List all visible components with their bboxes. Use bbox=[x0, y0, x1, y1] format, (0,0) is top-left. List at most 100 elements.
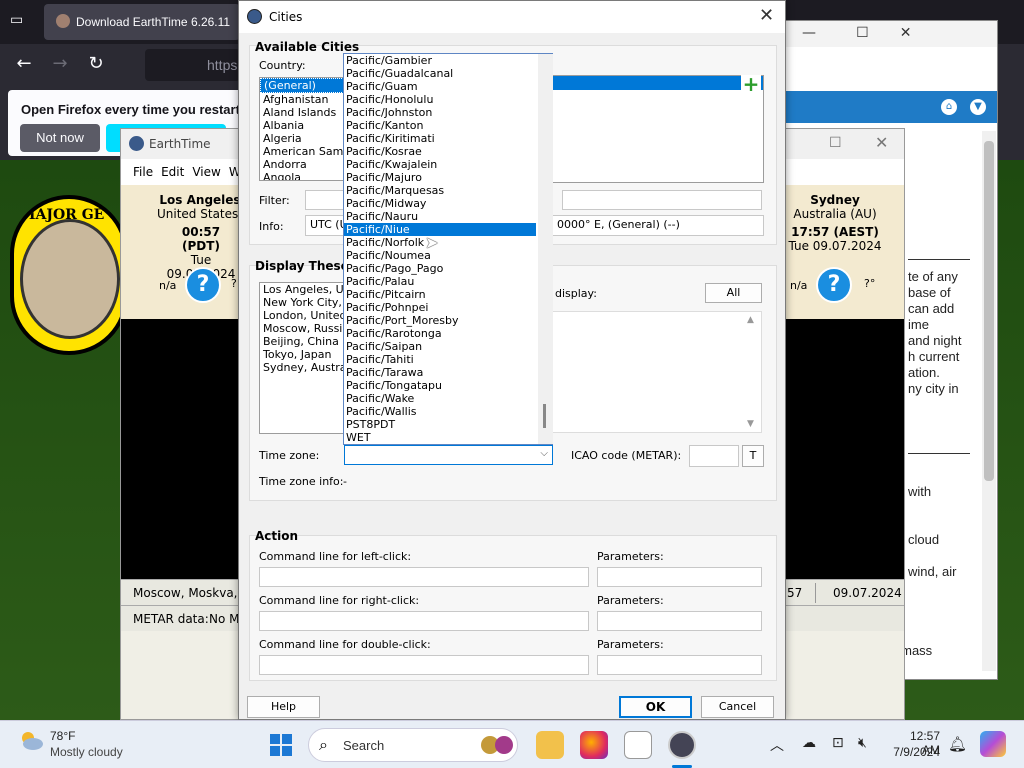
list-item[interactable]: (General) bbox=[260, 78, 344, 93]
cmd-left-input[interactable] bbox=[259, 567, 589, 587]
timezone-option[interactable]: Pacific/Johnston bbox=[344, 106, 536, 119]
windows-start-icon[interactable] bbox=[270, 734, 292, 756]
display-cities-list[interactable]: Los Angeles, Uni New York City, U London… bbox=[259, 282, 345, 434]
list-item[interactable]: Tokyo, Japan bbox=[260, 348, 344, 361]
window-controls[interactable]: — ☐ ✕ bbox=[802, 25, 912, 41]
timezone-option[interactable]: Pacific/Rarotonga bbox=[344, 327, 536, 340]
cancel-button[interactable]: Cancel bbox=[701, 696, 774, 718]
timezone-option[interactable]: Pacific/Gambier bbox=[344, 54, 536, 67]
timezone-option[interactable]: Pacific/Kiritimati bbox=[344, 132, 536, 145]
earthtime-taskbar-icon[interactable] bbox=[668, 731, 696, 759]
city-panel-los-angeles[interactable]: Los Angeles United States (U 00:57 (PDT)… bbox=[121, 185, 256, 319]
ok-button[interactable]: OK bbox=[619, 696, 692, 718]
timezone-option[interactable]: Pacific/Tarawa bbox=[344, 366, 536, 379]
menu-edit[interactable]: Edit bbox=[161, 165, 184, 179]
list-item[interactable]: Moscow, Russia bbox=[260, 322, 344, 335]
icao-input[interactable] bbox=[689, 445, 739, 467]
timezone-dropdown-list[interactable]: Pacific/Gambier Pacific/Guadalcanal Pacifi… bbox=[343, 53, 553, 445]
network-icon[interactable]: ⊡ bbox=[832, 735, 844, 751]
close-icon[interactable]: ✕ bbox=[759, 5, 774, 26]
notification-bell-icon[interactable]: 🔔︎ bbox=[948, 735, 967, 753]
timezone-option[interactable]: Pacific/Nauru bbox=[344, 210, 536, 223]
weather-icon[interactable] bbox=[18, 729, 44, 756]
timezone-option[interactable]: Pacific/Palau bbox=[344, 275, 536, 288]
timezone-option[interactable]: WET bbox=[344, 431, 536, 444]
timezone-option[interactable]: Pacific/Wallis bbox=[344, 405, 536, 418]
timezone-option[interactable]: Pacific/Port_Moresby bbox=[344, 314, 536, 327]
cmd-double-input[interactable] bbox=[259, 655, 589, 675]
list-item[interactable]: Sydney, Australia bbox=[260, 361, 344, 374]
tray-chevron-up-icon[interactable]: ︿ bbox=[770, 735, 784, 755]
home-icon[interactable]: ⌂ bbox=[941, 99, 957, 115]
list-item[interactable]: Beijing, China bbox=[260, 335, 344, 348]
timezone-option[interactable]: Pacific/Kwajalein bbox=[344, 158, 536, 171]
filter-input[interactable] bbox=[305, 190, 345, 210]
copilot-icon[interactable] bbox=[980, 731, 1006, 757]
minimize-icon[interactable]: — bbox=[802, 25, 816, 41]
clock-date[interactable]: 7/9/2024 bbox=[880, 745, 940, 759]
params-left-input[interactable] bbox=[597, 567, 762, 587]
t-button[interactable]: T bbox=[742, 445, 764, 467]
timezone-option[interactable]: Pacific/Niue bbox=[344, 223, 536, 236]
firefox-tab[interactable]: Download EarthTime 6.26.11 bbox=[44, 4, 240, 40]
list-item[interactable]: Andorra bbox=[260, 158, 344, 171]
list-item[interactable]: American Samoa bbox=[260, 145, 344, 158]
timezone-option[interactable]: Pacific/Guadalcanal bbox=[344, 67, 536, 80]
city-list[interactable] bbox=[552, 75, 764, 183]
maximize-icon[interactable]: ☐ bbox=[829, 135, 842, 151]
list-item[interactable]: Los Angeles, Uni bbox=[260, 283, 344, 296]
params-double-input[interactable] bbox=[597, 655, 762, 675]
close-icon[interactable]: ✕ bbox=[900, 25, 912, 41]
timezone-option[interactable]: Pacific/Pohnpei bbox=[344, 301, 536, 314]
maximize-icon[interactable]: ☐ bbox=[856, 25, 869, 41]
filter-input-right[interactable] bbox=[562, 190, 762, 210]
timezone-option[interactable]: Pacific/Noumea bbox=[344, 249, 536, 262]
not-now-button[interactable]: Not now bbox=[20, 124, 100, 152]
close-icon[interactable]: ✕ bbox=[875, 133, 888, 152]
timezone-option[interactable]: Pacific/Pago_Pago bbox=[344, 262, 536, 275]
add-city-icon[interactable]: + bbox=[741, 74, 761, 95]
timezone-option[interactable]: Pacific/Midway bbox=[344, 197, 536, 210]
webpage-scrollbar[interactable] bbox=[982, 131, 996, 671]
timezone-option[interactable]: Pacific/Pitcairn bbox=[344, 288, 536, 301]
timezone-select[interactable]: ⌵ bbox=[344, 445, 553, 465]
help-button[interactable]: Help bbox=[247, 696, 320, 718]
timezone-option[interactable]: Pacific/Saipan bbox=[344, 340, 536, 353]
chevron-down-icon[interactable]: ▼ bbox=[970, 99, 986, 115]
city-panel-sydney[interactable]: Sydney Australia (AU) 17:57 (AEST) Tue 0… bbox=[786, 185, 904, 319]
help-icon[interactable]: ? bbox=[185, 267, 221, 303]
timezone-option[interactable]: Pacific/Wake bbox=[344, 392, 536, 405]
scroll-up-icon[interactable]: ▲ bbox=[747, 315, 754, 325]
chevron-down-icon[interactable]: ⌵ bbox=[540, 448, 548, 459]
timezone-option[interactable]: Pacific/Guam bbox=[344, 80, 536, 93]
taskbar-search[interactable]: ⌕ Search bbox=[308, 728, 518, 762]
reload-icon[interactable]: ↻ bbox=[84, 52, 108, 76]
timezone-option[interactable]: Pacific/Honolulu bbox=[344, 93, 536, 106]
list-item[interactable]: Afghanistan bbox=[260, 93, 344, 106]
url-bar[interactable]: https bbox=[145, 49, 240, 81]
timezone-option[interactable]: Pacific/Kanton bbox=[344, 119, 536, 132]
onedrive-icon[interactable]: ☁ bbox=[802, 735, 816, 751]
display-options-list[interactable] bbox=[552, 311, 762, 433]
scrollbar-thumb[interactable] bbox=[984, 141, 994, 481]
country-list[interactable]: (General) Afghanistan Aland Islands Alba… bbox=[259, 77, 345, 181]
notepad-icon[interactable] bbox=[624, 731, 652, 759]
timezone-option[interactable]: Pacific/Majuro bbox=[344, 171, 536, 184]
params-right-input[interactable] bbox=[597, 611, 762, 631]
list-item[interactable]: Angola bbox=[260, 171, 344, 180]
scrollbar-thumb[interactable] bbox=[543, 404, 546, 428]
cmd-right-input[interactable] bbox=[259, 611, 589, 631]
forward-icon[interactable]: → bbox=[48, 52, 72, 76]
firefox-icon[interactable] bbox=[580, 731, 608, 759]
list-all-tabs-icon[interactable]: ▭ bbox=[10, 12, 28, 30]
timezone-option[interactable]: Pacific/Kosrae bbox=[344, 145, 536, 158]
scroll-down-icon[interactable]: ▼ bbox=[747, 419, 754, 429]
menu-view[interactable]: View bbox=[192, 165, 220, 179]
volume-icon[interactable]: 🔇︎ bbox=[858, 735, 867, 751]
timezone-option[interactable]: Pacific/Tongatapu bbox=[344, 379, 536, 392]
list-item[interactable]: London, United K bbox=[260, 309, 344, 322]
timezone-option[interactable]: Pacific/Tahiti bbox=[344, 353, 536, 366]
file-explorer-icon[interactable] bbox=[536, 731, 564, 759]
timezone-option[interactable]: Pacific/Marquesas bbox=[344, 184, 536, 197]
list-item[interactable]: Albania bbox=[260, 119, 344, 132]
